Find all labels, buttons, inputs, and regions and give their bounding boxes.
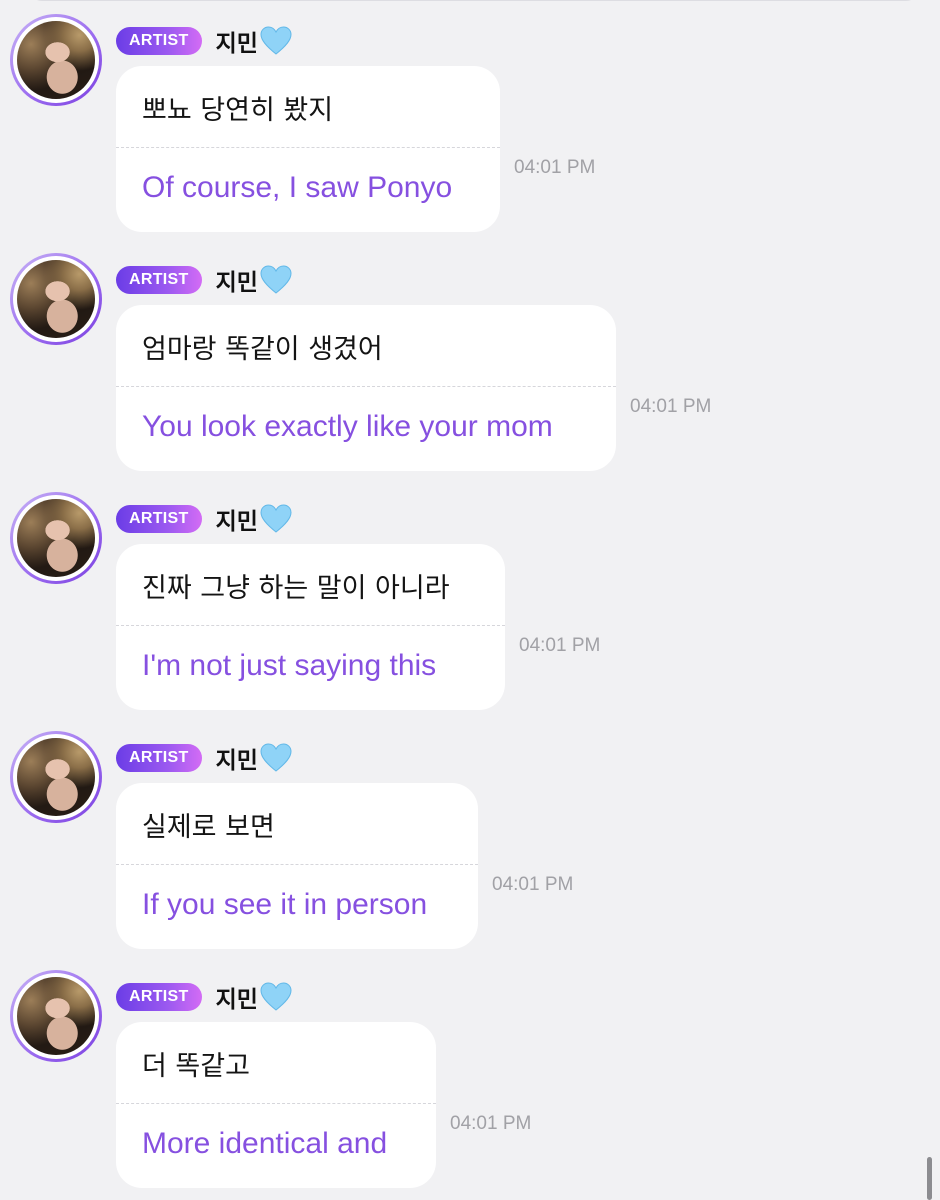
- message-bubble[interactable]: 엄마랑 똑같이 생겼어 You look exactly like your m…: [116, 305, 616, 471]
- translation-divider: [116, 864, 478, 865]
- sender-name: 지민: [215, 987, 258, 1013]
- message-bubble[interactable]: 실제로 보면 If you see it in person: [116, 783, 478, 949]
- message-bubble[interactable]: 뽀뇨 당연히 봤지 Of course, I saw Ponyo: [116, 66, 500, 232]
- sender-name-wrap: 지민: [216, 741, 292, 775]
- light-blue-heart-icon: [260, 265, 292, 294]
- artist-avatar[interactable]: [10, 14, 102, 106]
- original-text: 뽀뇨 당연히 봤지: [142, 95, 334, 126]
- sender-name-wrap: 지민: [216, 980, 292, 1014]
- avatar-photo: [17, 738, 95, 816]
- message-header: ARTIST 지민: [116, 741, 292, 775]
- artist-avatar[interactable]: [10, 253, 102, 345]
- message-row: ARTIST 지민 실제로 보면 If you see it in person…: [0, 731, 940, 953]
- message-timestamp: 04:01 PM: [514, 157, 596, 178]
- avatar-photo: [17, 260, 95, 338]
- translation-divider: [116, 1103, 436, 1104]
- sender-name: 지민: [215, 748, 258, 774]
- artist-badge: ARTIST: [116, 266, 202, 294]
- artist-avatar[interactable]: [10, 970, 102, 1062]
- message-row: ARTIST 지민 엄마랑 똑같이 생겼어 You look exactly l…: [0, 253, 940, 475]
- translation-divider: [116, 386, 616, 387]
- sender-name: 지민: [215, 31, 258, 57]
- translation-divider: [116, 147, 500, 148]
- original-text: 진짜 그냥 하는 말이 아니라: [142, 573, 450, 604]
- message-row: ARTIST 지민 진짜 그냥 하는 말이 아니라 I'm not just s…: [0, 492, 940, 714]
- light-blue-heart-icon: [260, 982, 292, 1011]
- artist-avatar[interactable]: [10, 731, 102, 823]
- original-text: 더 똑같고: [142, 1051, 250, 1082]
- light-blue-heart-icon: [260, 504, 292, 533]
- sender-name-wrap: 지민: [216, 24, 292, 58]
- artist-badge: ARTIST: [116, 744, 202, 772]
- message-timestamp: 04:01 PM: [630, 396, 712, 417]
- sender-name: 지민: [215, 270, 258, 296]
- message-bubble[interactable]: 더 똑같고 More identical and: [116, 1022, 436, 1188]
- translated-text: I'm not just saying this: [142, 649, 437, 682]
- sender-name-wrap: 지민: [216, 502, 292, 536]
- message-bubble[interactable]: 진짜 그냥 하는 말이 아니라 I'm not just saying this: [116, 544, 505, 710]
- artist-badge: ARTIST: [116, 983, 202, 1011]
- top-panel-edge: [28, 0, 920, 1]
- message-row: ARTIST 지민 더 똑같고 More identical and 04:01…: [0, 970, 940, 1192]
- translation-divider: [116, 625, 505, 626]
- original-text: 엄마랑 똑같이 생겼어: [142, 334, 383, 365]
- message-header: ARTIST 지민: [116, 24, 292, 58]
- artist-badge: ARTIST: [116, 27, 202, 55]
- avatar-photo: [17, 499, 95, 577]
- translated-text: If you see it in person: [142, 888, 428, 921]
- artist-badge: ARTIST: [116, 505, 202, 533]
- chat-screen: ARTIST 지민 뽀뇨 당연히 봤지 Of course, I saw Pon…: [0, 0, 940, 1200]
- avatar-photo: [17, 977, 95, 1055]
- translated-text: More identical and: [142, 1127, 388, 1160]
- message-timestamp: 04:01 PM: [492, 874, 574, 895]
- message-timestamp: 04:01 PM: [519, 635, 601, 656]
- translated-text: You look exactly like your mom: [142, 410, 553, 443]
- message-row: ARTIST 지민 뽀뇨 당연히 봤지 Of course, I saw Pon…: [0, 14, 940, 236]
- scrollbar-thumb[interactable]: [927, 1157, 932, 1200]
- artist-avatar[interactable]: [10, 492, 102, 584]
- original-text: 실제로 보면: [142, 812, 275, 843]
- sender-name: 지민: [215, 509, 258, 535]
- sender-name-wrap: 지민: [216, 263, 292, 297]
- message-timestamp: 04:01 PM: [450, 1113, 532, 1134]
- message-header: ARTIST 지민: [116, 980, 292, 1014]
- avatar-photo: [17, 21, 95, 99]
- message-header: ARTIST 지민: [116, 502, 292, 536]
- light-blue-heart-icon: [260, 26, 292, 55]
- light-blue-heart-icon: [260, 743, 292, 772]
- message-header: ARTIST 지민: [116, 263, 292, 297]
- translated-text: Of course, I saw Ponyo: [142, 171, 453, 204]
